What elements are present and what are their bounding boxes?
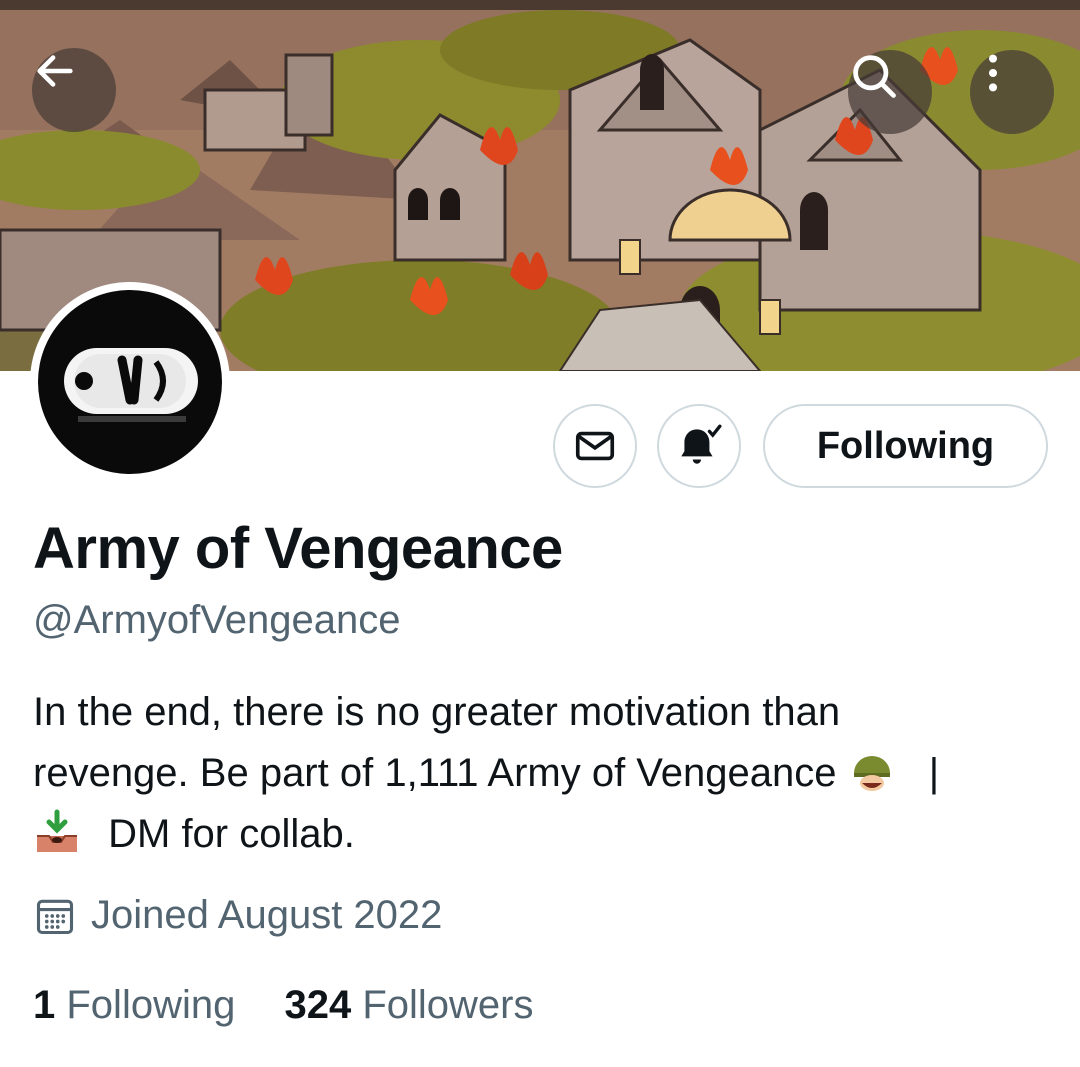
search-button[interactable]: [848, 50, 932, 134]
calendar-icon: [36, 899, 74, 934]
user-handle: @ArmyofVengeance: [33, 598, 401, 642]
military-helmet-emoji: [848, 747, 896, 795]
profile-avatar[interactable]: [30, 282, 230, 482]
arrow-left-icon: [37, 55, 73, 87]
message-button[interactable]: [553, 404, 637, 488]
bio-line-3-text: DM for collab.: [108, 812, 355, 856]
display-name: Army of Vengeance: [33, 516, 563, 581]
following-button[interactable]: Following: [763, 404, 1048, 488]
profile-bio: In the end, there is no greater motivati…: [33, 682, 1063, 865]
more-vertical-icon: [988, 54, 998, 92]
joined-date: Joined August 2022: [33, 893, 442, 938]
envelope-icon: [575, 431, 615, 461]
dog-tag-logo: [64, 348, 198, 422]
top-status-strip: [0, 0, 1080, 10]
bio-separator: |: [928, 751, 940, 795]
more-options-button[interactable]: [970, 50, 1054, 134]
inbox-tray-emoji: [33, 808, 81, 856]
follow-stats: 1 Following 324 Followers: [33, 983, 534, 1028]
bio-line-2: revenge. Be part of 1,111 Army of Vengea…: [33, 743, 1063, 804]
bio-line-1: In the end, there is no greater motivati…: [33, 690, 841, 734]
bio-line-2-text: revenge. Be part of 1,111 Army of Vengea…: [33, 751, 837, 795]
bell-check-icon: [681, 424, 722, 464]
search-icon: [853, 55, 896, 98]
following-count-link[interactable]: 1 Following: [33, 983, 235, 1028]
followers-count: 324: [284, 983, 352, 1027]
notifications-button[interactable]: [657, 404, 741, 488]
back-button[interactable]: [32, 48, 116, 132]
avatar-image: [38, 290, 222, 474]
following-label: Following: [66, 983, 236, 1027]
followers-label: Followers: [362, 983, 534, 1027]
bio-line-3: DM for collab.: [33, 804, 1063, 865]
joined-text: Joined August 2022: [91, 893, 443, 937]
followers-count-link[interactable]: 324 Followers: [284, 983, 533, 1028]
following-count: 1: [33, 983, 56, 1027]
